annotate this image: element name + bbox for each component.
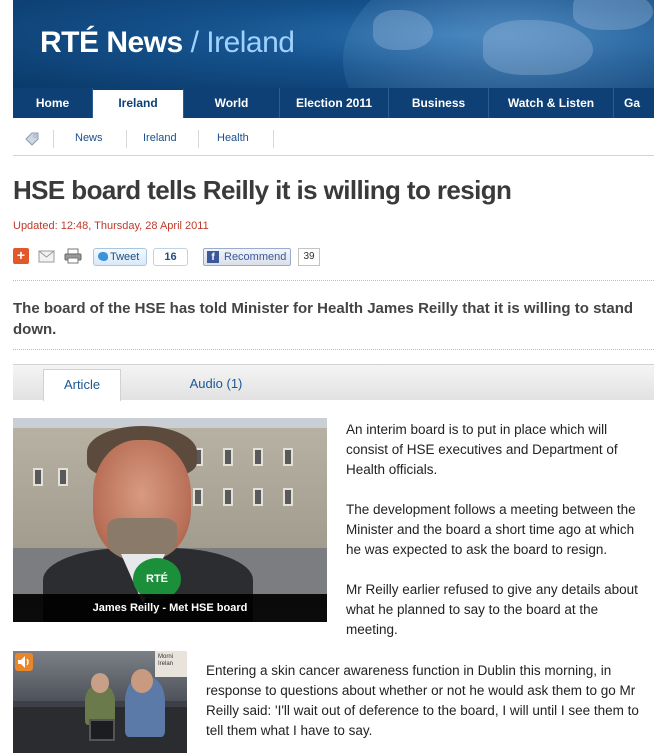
nav-ireland[interactable]: Ireland xyxy=(93,88,184,118)
photo-window xyxy=(33,468,43,486)
crumb-divider xyxy=(53,130,54,148)
breadcrumb: News Ireland Health xyxy=(13,124,654,156)
nav-home[interactable]: Home xyxy=(13,88,93,118)
tag-icon xyxy=(25,132,39,146)
site-logo[interactable]: RTÉ News / Ireland xyxy=(40,26,295,60)
logo-separator: / xyxy=(190,26,199,59)
map-land xyxy=(373,10,433,50)
standfirst: The board of the HSE has told Minister f… xyxy=(13,300,634,338)
tweet-label: Tweet xyxy=(110,251,140,263)
photo-window xyxy=(223,448,233,466)
crumb-divider xyxy=(126,130,127,148)
paragraph: The development follows a meeting betwee… xyxy=(346,502,636,557)
twitter-bird-icon xyxy=(98,252,108,261)
tab-audio[interactable]: Audio (1) xyxy=(181,369,251,401)
photo-window xyxy=(253,448,263,466)
recommend-count: 39 xyxy=(298,248,320,266)
article-title: HSE board tells Reilly it is willing to … xyxy=(13,175,512,205)
crumb-news[interactable]: News xyxy=(75,132,103,144)
photo-window xyxy=(58,468,68,486)
paragraph: Entering a skin cancer awareness functio… xyxy=(206,663,639,738)
crumb-health[interactable]: Health xyxy=(217,132,249,144)
print-icon[interactable] xyxy=(64,248,82,264)
paragraph: An interim board is to put in place whic… xyxy=(346,422,618,477)
facebook-icon: f xyxy=(207,251,219,263)
plus-icon[interactable]: + xyxy=(13,248,29,264)
nav-world[interactable]: World xyxy=(184,88,280,118)
speaker-icon[interactable] xyxy=(15,653,33,671)
logo-brand: RTÉ News xyxy=(40,26,183,59)
article-tabs: Article Audio (1) xyxy=(13,364,654,401)
header-banner: RTÉ News / Ireland xyxy=(13,0,654,88)
photo-monitor xyxy=(89,719,115,741)
tab-article[interactable]: Article xyxy=(43,369,121,401)
divider xyxy=(13,349,654,350)
nav-business[interactable]: Business xyxy=(389,88,489,118)
nav-watch-listen[interactable]: Watch & Listen xyxy=(489,88,614,118)
photo-head xyxy=(91,673,109,693)
photo-head xyxy=(131,669,153,693)
paragraph: Mr Reilly earlier refused to give any de… xyxy=(346,582,638,637)
divider xyxy=(13,280,654,281)
article-photo[interactable]: RTÉ James Reilly - Met HSE board xyxy=(13,418,327,622)
main-nav: Home Ireland World Election 2011 Busines… xyxy=(13,88,654,118)
audio-thumbnail[interactable]: Morni Irelan xyxy=(13,651,187,753)
photo-window xyxy=(283,448,293,466)
photo-caption: James Reilly - Met HSE board xyxy=(13,594,327,622)
logo-section: Ireland xyxy=(206,26,295,59)
crumb-divider xyxy=(273,130,274,148)
tweet-count: 16 xyxy=(153,248,188,266)
mail-icon[interactable] xyxy=(38,248,55,264)
photo-window xyxy=(223,488,233,506)
crumb-divider xyxy=(198,130,199,148)
studio-sign: Morni Irelan xyxy=(155,651,187,677)
nav-election-2011[interactable]: Election 2011 xyxy=(280,88,389,118)
nav-ga[interactable]: Ga xyxy=(614,88,654,118)
photo-window xyxy=(283,488,293,506)
tweet-button[interactable]: Tweet xyxy=(93,248,147,266)
recommend-button[interactable]: f Recommend xyxy=(203,248,291,266)
photo-window xyxy=(253,488,263,506)
crumb-ireland[interactable]: Ireland xyxy=(143,132,177,144)
updated-timestamp: Updated: 12:48, Thursday, 28 April 2011 xyxy=(13,220,209,232)
recommend-label: Recommend xyxy=(224,251,287,263)
photo-window xyxy=(193,488,203,506)
